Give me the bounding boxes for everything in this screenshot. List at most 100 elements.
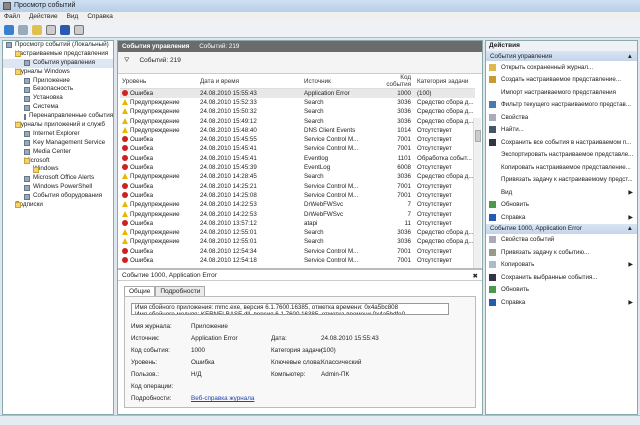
tree-item[interactable]: Приложение [3, 77, 113, 86]
action-item[interactable]: Обновить [486, 199, 637, 212]
table-row[interactable]: Ошибка 24.08.2010 14:25:08 Service Contr… [120, 191, 475, 200]
tree-item[interactable]: Журналы Windows [3, 68, 113, 77]
cell-event-id: 1000 [376, 88, 415, 98]
action-item[interactable]: Справка ▶ [486, 211, 637, 224]
menu-action[interactable]: Действие [29, 13, 58, 21]
action-item[interactable]: Экспортировать настраиваемое представле.… [486, 149, 637, 162]
actions-section-event[interactable]: Событие 1000, Application Error ▲ [486, 223, 637, 234]
event-message[interactable]: Имя сбойного приложения: mmc.exe, версия… [131, 303, 449, 315]
action-item[interactable]: Создать настраиваемое представление... [486, 74, 637, 87]
menu-help[interactable]: Справка [87, 13, 113, 21]
forward-icon[interactable] [18, 25, 28, 35]
tree-item[interactable]: Просмотр событий (Локальный) [3, 41, 113, 50]
close-icon[interactable]: ✖ [473, 272, 478, 280]
table-row[interactable]: Предупреждение 24.08.2010 14:22:53 DrWeb… [120, 209, 475, 218]
cell-category: Средство сбора д... [417, 117, 474, 125]
action-item[interactable]: Вид ▶ [486, 186, 637, 199]
action-item[interactable]: Копировать настраиваемое представление..… [486, 161, 637, 174]
back-icon[interactable] [4, 25, 14, 35]
table-row[interactable]: Ошибка 24.08.2010 15:55:43 Application E… [120, 88, 475, 98]
warning-icon [122, 98, 128, 105]
table-row[interactable]: Ошибка 24.08.2010 14:25:21 Service Contr… [120, 181, 475, 190]
column-level[interactable]: Уровень [120, 74, 198, 89]
tree-item[interactable]: События управления [3, 58, 113, 68]
action-item[interactable]: Фильтр текущего настраиваемого представ.… [486, 99, 637, 112]
cell-source: DrWebFWSvc [304, 210, 344, 218]
tree-item[interactable]: Internet Explorer [3, 130, 113, 139]
show-hide-actions-icon[interactable] [74, 25, 84, 35]
cell-level: Ошибка [120, 219, 198, 228]
table-row[interactable]: Ошибка 24.08.2010 15:45:55 Service Contr… [120, 135, 475, 144]
action-item[interactable]: Открыть сохраненный журнал... [486, 61, 637, 74]
submenu-arrow-icon: ▶ [628, 214, 633, 221]
action-item[interactable]: Обновить [486, 284, 637, 297]
folder-up-icon[interactable] [32, 25, 42, 35]
action-item[interactable]: Справка ▶ [486, 296, 637, 309]
cell-datetime: 24.08.2010 15:52:33 [200, 98, 257, 106]
tree-item[interactable]: Windows [3, 165, 113, 174]
cell-datetime: 24.08.2010 15:49:12 [200, 117, 257, 125]
tree-item[interactable]: Подписки [3, 201, 113, 210]
action-item[interactable]: Сохранить выбранные события... [486, 271, 637, 284]
more-info-link[interactable]: Веб-справка журнала [191, 395, 254, 402]
column-category[interactable]: Категория задачи [415, 74, 475, 89]
table-row[interactable]: Ошибка 24.08.2010 12:54:18 Service Contr… [120, 256, 475, 265]
tab-details[interactable]: Подробности [155, 286, 206, 296]
tree-item[interactable]: Windows PowerShell [3, 183, 113, 192]
action-item[interactable]: Сохранить все события в настраиваемом п.… [486, 136, 637, 149]
tree-item[interactable]: Система [3, 103, 113, 112]
cell-level: Предупреждение [120, 126, 198, 135]
tree-item[interactable]: Установка [3, 94, 113, 103]
action-item[interactable]: Свойства событий [486, 234, 637, 247]
table-row[interactable]: Ошибка 24.08.2010 12:54:34 Service Contr… [120, 247, 475, 256]
tree-item[interactable]: События оборудования [3, 192, 113, 201]
tree-item[interactable]: Безопасность [3, 85, 113, 94]
folder-icon [24, 158, 30, 165]
collapse-icon[interactable]: ▲ [627, 53, 633, 60]
action-item[interactable]: Импорт настраиваемого представления [486, 86, 637, 99]
tree-item[interactable]: Перенаправленные события [3, 112, 113, 121]
table-row[interactable]: Предупреждение 24.08.2010 14:28:45 Searc… [120, 172, 475, 181]
table-row[interactable]: Ошибка 24.08.2010 13:57:12 atapi 11 Отсу… [120, 219, 475, 228]
action-item[interactable]: Привязать задачу к событию... [486, 246, 637, 259]
column-source[interactable]: Источник [302, 74, 376, 89]
tree-item[interactable]: Media Center [3, 148, 113, 157]
menu-view[interactable]: Вид [67, 13, 79, 21]
table-row[interactable]: Ошибка 24.08.2010 15:45:39 EventLog 6008… [120, 163, 475, 172]
table-row[interactable]: Предупреждение 24.08.2010 15:50:32 Searc… [120, 107, 475, 116]
collapse-icon[interactable]: ▲ [627, 225, 633, 232]
menu-file[interactable]: Файл [4, 13, 20, 21]
tree-item[interactable]: Key Management Service [3, 139, 113, 148]
table-row[interactable]: Предупреждение 24.08.2010 15:49:12 Searc… [120, 116, 475, 125]
show-hide-tree-icon[interactable] [46, 25, 56, 35]
menu-bar: Файл Действие Вид Справка [0, 12, 640, 22]
tree-item[interactable]: Microsoft [3, 157, 113, 166]
table-row[interactable]: Предупреждение 24.08.2010 15:52:33 Searc… [120, 98, 475, 107]
table-row[interactable]: Предупреждение 24.08.2010 15:48:40 DNS C… [120, 126, 475, 135]
table-row[interactable]: Предупреждение 24.08.2010 12:55:01 Searc… [120, 228, 475, 237]
tree-item[interactable]: Microsoft Office Alerts [3, 174, 113, 183]
cell-level: Предупреждение [120, 116, 198, 125]
scroll-thumb[interactable] [475, 130, 481, 142]
tab-general[interactable]: Общие [124, 286, 156, 296]
column-event-id[interactable]: Код события [376, 74, 415, 89]
action-item[interactable]: Свойства [486, 111, 637, 124]
table-row[interactable]: Предупреждение 24.08.2010 14:22:53 DrWeb… [120, 200, 475, 209]
column-datetime[interactable]: Дата и время [198, 74, 302, 89]
cell-event-id: 1101 [397, 154, 411, 162]
tree-item[interactable]: Настраиваемые представления [3, 50, 113, 59]
table-row[interactable]: Предупреждение 24.08.2010 12:55:01 Searc… [120, 237, 475, 246]
save-icon [489, 138, 496, 146]
action-item[interactable]: Копировать ▶ [486, 259, 637, 272]
table-row[interactable]: Ошибка 24.08.2010 15:45:41 Eventlog 1101… [120, 154, 475, 163]
action-item[interactable]: Привязать задачу к настраиваемому предст… [486, 174, 637, 187]
table-row[interactable]: Ошибка 24.08.2010 15:45:41 Service Contr… [120, 144, 475, 153]
action-item[interactable]: Найти... [486, 124, 637, 137]
help-icon[interactable] [60, 25, 70, 35]
actions-section-view[interactable]: События управления ▲ [486, 51, 637, 61]
tree-item[interactable]: Журналы приложений и служб [3, 121, 113, 130]
tree-item-label: Журналы Windows [15, 67, 70, 75]
action-label: Свойства [501, 113, 529, 121]
folder-open-icon [489, 63, 496, 71]
tree-item-label: Безопасность [33, 85, 74, 93]
